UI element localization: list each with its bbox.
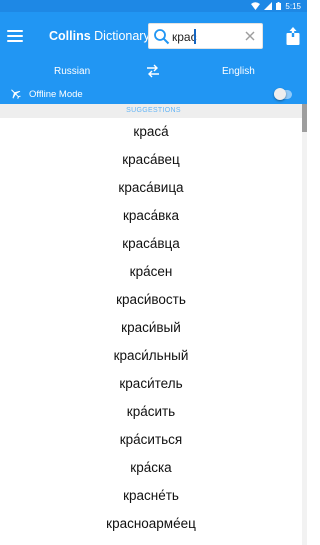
source-language[interactable]: Russian [54,66,90,77]
suggestion-item[interactable]: краса́вец [0,146,302,174]
suggestion-item[interactable]: краси́льный [0,342,302,370]
target-language[interactable]: English [222,66,255,77]
search-input[interactable] [172,27,242,46]
suggestion-item[interactable]: кра́сить [0,398,302,426]
menu-icon[interactable] [7,28,23,44]
suggestion-item[interactable]: кра́ска [0,454,302,482]
suggestion-item[interactable]: краса́ [0,118,302,146]
scrollbar-thumb[interactable] [302,104,307,132]
signal-icon [264,2,273,10]
search-icon [154,29,170,45]
swap-languages-icon[interactable] [146,64,160,78]
search-box[interactable] [148,23,263,49]
suggestion-item[interactable]: кра́сен [0,258,302,286]
suggestion-item[interactable]: краси́вый [0,314,302,342]
clear-icon[interactable] [244,30,256,42]
app-toolbar: Collins Dictionary [0,12,307,60]
status-time: 5:15 [285,1,301,11]
suggestion-item[interactable]: кра́ситься [0,426,302,454]
airplane-icon [11,89,21,100]
battery-icon [276,2,282,10]
offline-mode-label: Offline Mode [29,89,83,100]
suggestion-item[interactable]: краси́тель [0,370,302,398]
wifi-icon [251,2,261,10]
text-cursor [194,29,196,44]
scrollbar[interactable] [302,104,307,545]
offline-mode-bar: Offline Mode [0,84,307,104]
app-title-brand: Collins [49,29,91,43]
language-bar: Russian English [0,60,307,84]
suggestions-header: SUGGESTIONS [0,104,307,118]
offline-mode-toggle[interactable] [274,88,292,100]
share-icon[interactable] [285,26,301,46]
suggestion-list: краса́ краса́вец краса́вица краса́вка краса́… [0,118,302,545]
toggle-knob [274,88,286,100]
suggestion-item[interactable]: краса́вца [0,230,302,258]
suggestion-item[interactable]: красноарме́ец [0,510,302,538]
app-title-rest: Dictionary [90,29,150,43]
suggestion-item[interactable]: краса́вица [0,174,302,202]
suggestion-item[interactable]: краса́вка [0,202,302,230]
status-bar: 5:15 [0,0,307,12]
app-title: Collins Dictionary [49,29,150,43]
suggestion-item[interactable]: красне́ть [0,482,302,510]
suggestion-item[interactable]: краси́вость [0,286,302,314]
